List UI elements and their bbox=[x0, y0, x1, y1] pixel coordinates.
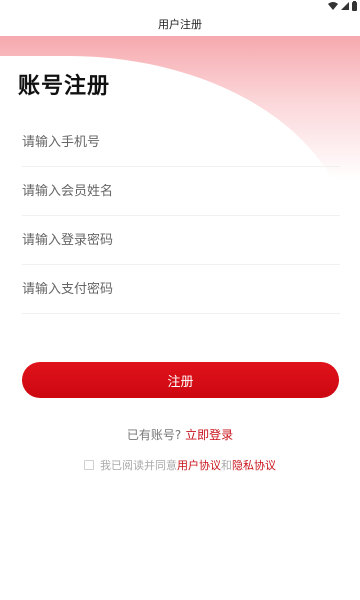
login-password-field bbox=[22, 216, 340, 265]
phone-field bbox=[22, 118, 340, 167]
status-bar bbox=[0, 0, 360, 12]
title-bar: 用户注册 bbox=[0, 12, 360, 36]
phone-input[interactable] bbox=[22, 134, 340, 150]
pay-password-input[interactable] bbox=[22, 281, 340, 297]
member-name-input[interactable] bbox=[22, 183, 340, 199]
agreement-conjunction: 和 bbox=[221, 459, 232, 472]
signal-icon bbox=[341, 2, 349, 10]
login-password-input[interactable] bbox=[22, 232, 340, 248]
agreement-row: 我已阅读并同意 用户协议 和 隐私协议 bbox=[0, 457, 360, 473]
page-title: 账号注册 bbox=[18, 74, 111, 99]
pay-password-field bbox=[22, 265, 340, 314]
battery-icon bbox=[352, 0, 357, 11]
wifi-icon bbox=[328, 2, 338, 10]
login-prompt: 已有账号? bbox=[126, 428, 182, 442]
register-form bbox=[22, 118, 340, 314]
login-prompt-row: 已有账号? 立即登录 bbox=[0, 426, 360, 443]
member-name-field bbox=[22, 167, 340, 216]
window-title: 用户注册 bbox=[158, 18, 202, 31]
user-agreement-link[interactable]: 用户协议 bbox=[177, 457, 221, 473]
register-button[interactable]: 注册 bbox=[22, 362, 339, 398]
agreement-prefix: 我已阅读并同意 bbox=[100, 459, 177, 472]
login-link[interactable]: 立即登录 bbox=[185, 428, 233, 442]
status-icons bbox=[328, 0, 357, 11]
privacy-policy-link[interactable]: 隐私协议 bbox=[232, 457, 276, 473]
agreement-checkbox[interactable] bbox=[84, 460, 94, 470]
